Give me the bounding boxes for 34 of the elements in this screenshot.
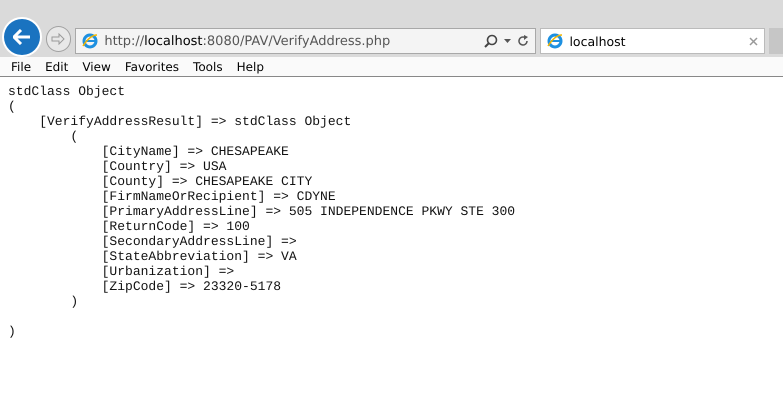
output-line: ( xyxy=(8,99,16,114)
back-arrow-icon xyxy=(12,29,31,45)
output-line: ) xyxy=(8,324,16,339)
forward-arrow-icon xyxy=(51,33,66,45)
dropdown-caret-icon[interactable] xyxy=(504,39,512,43)
menu-item[interactable]: Tools xyxy=(186,60,230,74)
back-button[interactable] xyxy=(2,17,42,57)
output-line: ) xyxy=(69,294,78,309)
menu-item[interactable]: Favorites xyxy=(118,60,186,74)
output-line: [StateAbbreviation] => VA xyxy=(100,249,297,264)
menu-item[interactable]: View xyxy=(75,60,118,74)
output-line: [Urbanization] => xyxy=(100,264,234,279)
output-line: [County] => CHESAPEAKE CITY xyxy=(100,174,312,189)
menu-item[interactable]: Help xyxy=(230,60,271,74)
output-line: [VerifyAddressResult] => stdClass Object xyxy=(38,114,352,129)
output-line: [ZipCode] => 23320-5178 xyxy=(100,279,282,294)
output-line: [ReturnCode] => 100 xyxy=(100,219,250,234)
url-text: http://localhost:8080/PAV/VerifyAddress.php xyxy=(104,34,392,48)
output-line: [CityName] => CHESAPEAKE xyxy=(100,144,289,159)
browser-logo-icon xyxy=(82,33,98,49)
search-icon[interactable] xyxy=(484,34,498,48)
output-line: ( xyxy=(69,129,78,144)
menu-item[interactable]: Edit xyxy=(38,60,76,74)
output-line: [PrimaryAddressLine] => 505 INDEPENDENCE PKWY STE 300 xyxy=(100,204,516,219)
menu-item[interactable]: File xyxy=(4,60,38,74)
browser-logo-icon xyxy=(547,33,564,49)
output-line: [SecondaryAddressLine] => xyxy=(100,234,297,249)
address-bar[interactable]: http://localhost:8080/PAV/VerifyAddress.php xyxy=(75,28,536,54)
output-line: stdClass Object xyxy=(8,84,126,99)
output-line: [FirmNameOrRecipient] => CDYNE xyxy=(100,189,336,204)
output-line: [Country] => USA xyxy=(100,159,226,174)
close-icon[interactable] xyxy=(749,36,758,46)
browser-tab[interactable]: localhost xyxy=(540,28,766,54)
refresh-icon[interactable] xyxy=(517,35,530,47)
